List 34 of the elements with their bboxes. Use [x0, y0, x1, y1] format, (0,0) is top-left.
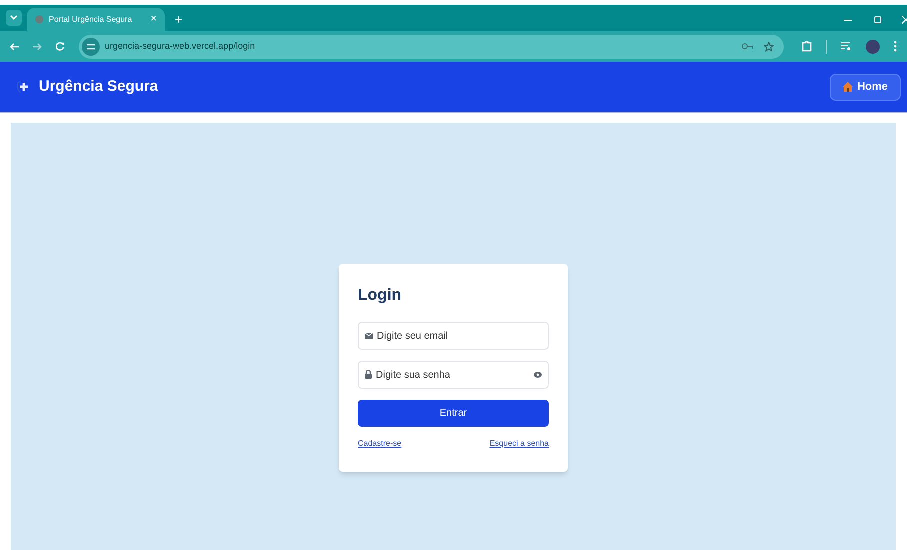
envelope-icon — [365, 333, 373, 339]
close-icon[interactable] — [902, 16, 907, 24]
minimize-icon[interactable] — [844, 20, 852, 22]
star-icon[interactable] — [764, 42, 774, 52]
tab-list-button[interactable] — [6, 10, 22, 26]
globe-icon — [35, 15, 44, 24]
email-field[interactable]: Digite seu email — [358, 322, 549, 350]
address-bar[interactable]: urgencia-segura-web.vercel.app/login — [79, 34, 784, 58]
restore-icon[interactable] — [874, 16, 882, 24]
tab-title: Portal Urgência Segura — [49, 14, 134, 26]
home-button[interactable]: Home — [830, 74, 901, 100]
media-icon[interactable] — [841, 42, 852, 51]
login-title: Login — [358, 288, 403, 304]
reload-icon[interactable] — [56, 42, 65, 51]
new-tab-button[interactable]: + — [175, 13, 183, 26]
extensions-icon[interactable] — [802, 41, 812, 52]
house-icon — [843, 82, 854, 92]
lock-icon — [365, 370, 372, 379]
back-arrow-icon[interactable] — [10, 42, 19, 50]
forgot-password-link[interactable]: Esqueci a senha — [490, 438, 549, 450]
eye-icon[interactable] — [534, 372, 542, 378]
url-text: urgencia-segura-web.vercel.app/login — [105, 40, 256, 53]
browser-tab[interactable]: Portal Urgência Segura × — [27, 8, 165, 31]
login-button[interactable]: Entrar — [358, 400, 549, 427]
chevron-down-icon — [10, 15, 18, 21]
password-field[interactable]: Digite sua senha — [358, 361, 549, 389]
close-tab-button[interactable]: × — [150, 14, 157, 25]
key-icon[interactable] — [742, 43, 753, 50]
brand-title: Urgência Segura — [39, 76, 160, 97]
signup-link[interactable]: Cadastre-se — [358, 438, 402, 450]
profile-avatar-icon[interactable] — [866, 40, 880, 54]
site-settings-icon — [82, 38, 100, 56]
forward-arrow-icon[interactable] — [33, 42, 42, 50]
menu-icon[interactable] — [894, 41, 897, 52]
